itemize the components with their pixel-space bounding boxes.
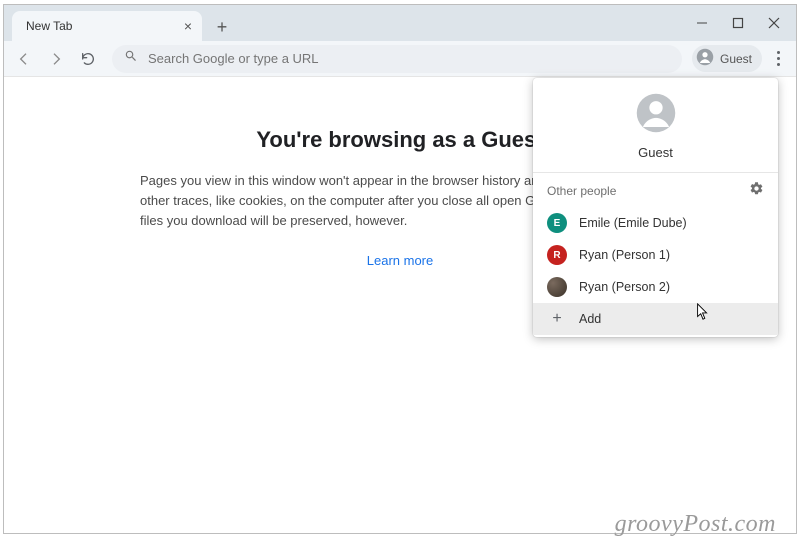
toolbar: Guest (4, 41, 796, 77)
plus-icon: + (547, 309, 567, 329)
avatar: E (547, 213, 567, 233)
watermark: groovyPost.com (615, 511, 776, 538)
people-list: E Emile (Emile Dube) R Ryan (Person 1) R… (533, 205, 778, 337)
back-button[interactable] (10, 45, 38, 73)
current-profile-name: Guest (638, 145, 673, 160)
profile-item-ryan-2[interactable]: Ryan (Person 2) (533, 271, 778, 303)
titlebar: New Tab × + (4, 5, 796, 41)
search-icon (124, 49, 138, 68)
maximize-button[interactable] (720, 8, 756, 38)
profile-menu: Guest Other people E Emile (Emile Dube) … (533, 78, 778, 337)
manage-people-button[interactable] (749, 181, 764, 201)
other-people-header: Other people (533, 173, 778, 205)
profile-item-label: Ryan (Person 1) (579, 248, 670, 262)
omnibox[interactable] (112, 45, 682, 73)
kebab-icon (777, 51, 780, 66)
add-profile-label: Add (579, 312, 601, 326)
profile-menu-header: Guest (533, 78, 778, 172)
avatar: R (547, 245, 567, 265)
profile-item-label: Ryan (Person 2) (579, 280, 670, 294)
profile-item-ryan-1[interactable]: R Ryan (Person 1) (533, 239, 778, 271)
address-input[interactable] (148, 51, 670, 66)
add-profile-button[interactable]: + Add (533, 303, 778, 335)
avatar (547, 277, 567, 297)
tab-title: New Tab (26, 19, 180, 33)
profile-item-emile[interactable]: E Emile (Emile Dube) (533, 207, 778, 239)
forward-button[interactable] (42, 45, 70, 73)
profile-item-label: Emile (Emile Dube) (579, 216, 687, 230)
person-icon (635, 92, 677, 139)
browser-tab[interactable]: New Tab × (12, 11, 202, 41)
menu-button[interactable] (766, 45, 790, 73)
window-controls (684, 5, 796, 41)
section-label: Other people (547, 184, 616, 198)
profile-chip[interactable]: Guest (692, 45, 762, 72)
profile-chip-label: Guest (720, 52, 752, 66)
close-icon[interactable]: × (180, 18, 196, 34)
gear-icon (749, 183, 764, 200)
reload-button[interactable] (74, 45, 102, 73)
new-tab-button[interactable]: + (208, 13, 236, 41)
minimize-button[interactable] (684, 8, 720, 38)
person-icon (696, 48, 714, 69)
browser-window: New Tab × + Guest You're browsing as a G… (3, 4, 797, 534)
close-button[interactable] (756, 8, 792, 38)
